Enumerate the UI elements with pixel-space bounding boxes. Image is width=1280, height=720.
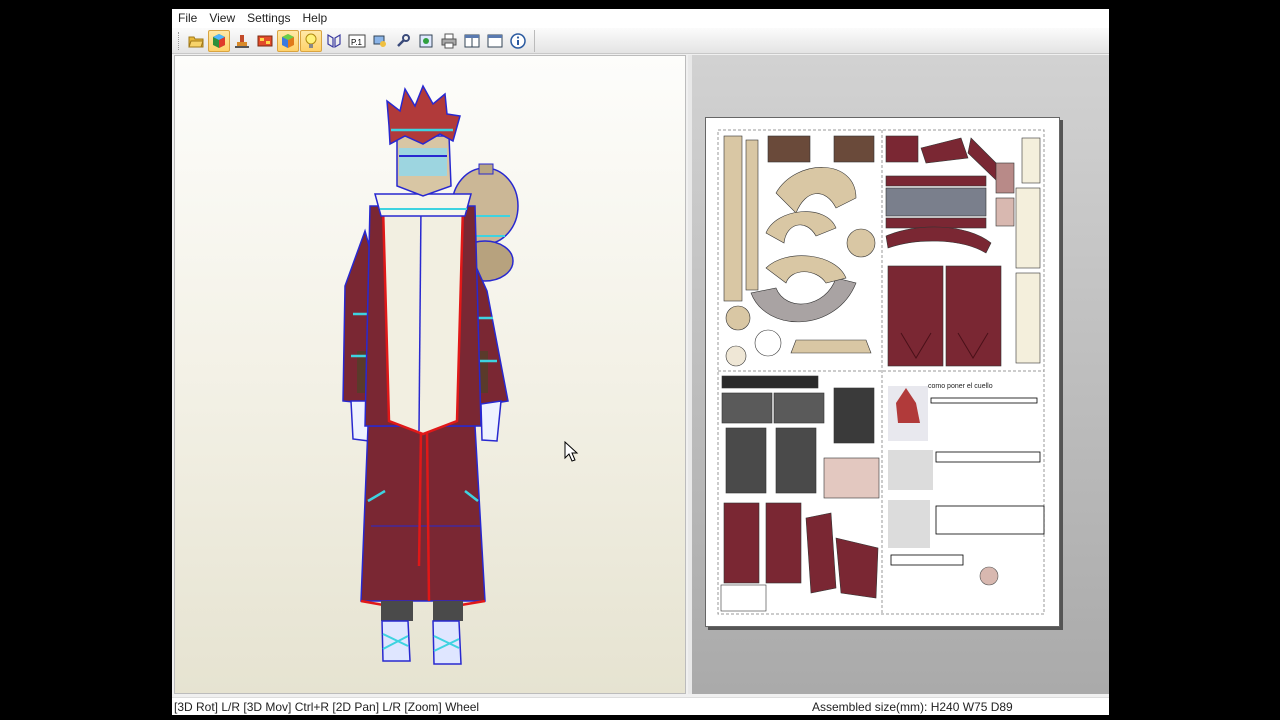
export-icon (419, 34, 433, 47)
page-number-button[interactable]: P.1 (346, 30, 368, 52)
info-icon (510, 32, 526, 49)
pattern-sheet: como poner el cuello (705, 117, 1060, 627)
toolbar-separator (534, 29, 535, 52)
texture-button[interactable] (254, 30, 276, 52)
split-view-button[interactable] (461, 30, 483, 52)
menu-view[interactable]: View (203, 9, 241, 28)
papercraft-window: File View Settings Help P.1 como poner e… (172, 9, 1109, 715)
menu-file[interactable]: File (172, 9, 203, 28)
wrench-icon (397, 33, 410, 47)
status-assembled-size: Assembled size(mm): H240 W75 D89 (812, 700, 1013, 714)
print-icon (441, 33, 457, 48)
toolbar-grip[interactable] (178, 31, 182, 50)
split-view-icon (464, 34, 480, 47)
menu-settings[interactable]: Settings (241, 9, 296, 28)
texture-icon (257, 35, 273, 46)
wrench-button[interactable] (392, 30, 414, 52)
light-button[interactable] (300, 29, 322, 52)
edge-icon (327, 33, 341, 48)
light-bulb-icon (305, 33, 317, 48)
single-view-icon (487, 34, 503, 47)
edge-button[interactable] (323, 30, 345, 52)
model-view-icon (282, 33, 294, 48)
menu-bar: File View Settings Help (172, 9, 1109, 28)
cube-icon (213, 33, 225, 48)
toolbar: P.1 (172, 28, 1109, 54)
neck-instruction-note: como poner el cuello (928, 383, 993, 390)
status-controls-hint: [3D Rot] L/R [3D Mov] Ctrl+R [2D Pan] L/… (174, 700, 480, 714)
unfold-icon (235, 34, 249, 48)
single-view-button[interactable] (484, 30, 506, 52)
open-icon (188, 36, 204, 47)
3d-model-button[interactable] (208, 29, 230, 52)
page-number-icon: P.1 (348, 34, 366, 47)
open-button[interactable] (185, 30, 207, 52)
character-model (342, 84, 519, 665)
print-button[interactable] (438, 30, 460, 52)
export-button[interactable] (415, 30, 437, 52)
info-button[interactable] (507, 30, 529, 52)
status-bar: [3D Rot] L/R [3D Mov] Ctrl+R [2D Pan] L/… (172, 697, 1109, 715)
settings-icon (373, 35, 386, 47)
2d-pattern-view[interactable]: como poner el cuello (692, 55, 1109, 694)
unfold-button[interactable] (231, 30, 253, 52)
mouse-cursor-icon (564, 441, 579, 462)
settings-button[interactable] (369, 30, 391, 52)
pattern-parts (717, 129, 1045, 615)
3d-model-view[interactable] (174, 55, 686, 694)
page-number-text: P.1 (351, 38, 363, 47)
menu-help[interactable]: Help (297, 9, 334, 28)
model-view-button[interactable] (277, 29, 299, 52)
